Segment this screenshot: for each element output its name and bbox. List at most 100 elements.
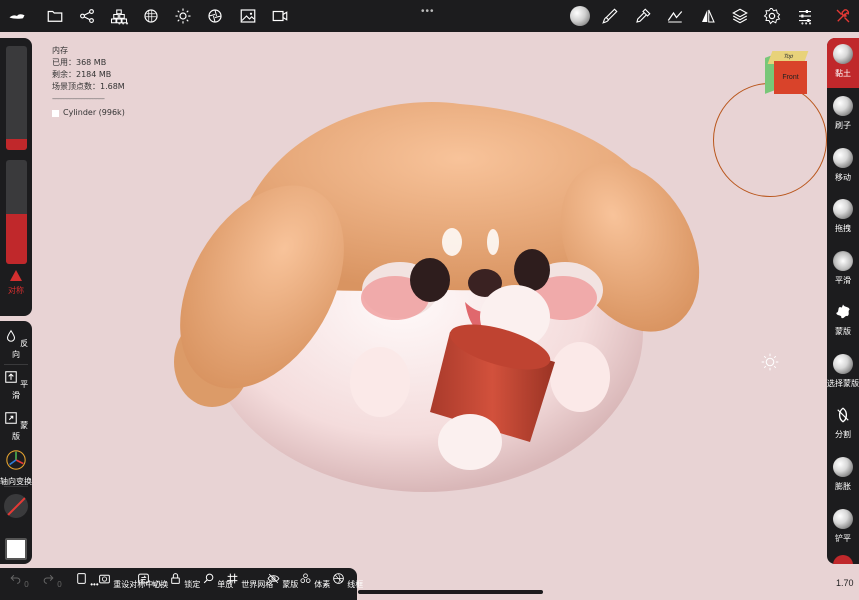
inflate-tool-icon [833, 457, 853, 477]
drop-icon [6, 329, 15, 342]
primitives-more-indicator: ••• [118, 19, 130, 28]
alpha-texture-button[interactable] [4, 494, 28, 518]
topology-icon[interactable] [139, 4, 163, 28]
tool-mask[interactable]: 蒙版 [827, 296, 859, 346]
lock-icon [171, 573, 180, 584]
top-more-dots[interactable]: ••• [421, 6, 435, 17]
folder-icon[interactable] [43, 4, 67, 28]
memory-stats: 内存 已用：368 MB 剩余：2184 MB 场景顶点数：1.68M ----… [52, 45, 125, 119]
sliders-more-indicator: ••• [801, 19, 813, 28]
axis-transform-button[interactable]: 轴向变换 [0, 449, 32, 487]
image-icon[interactable] [236, 4, 260, 28]
stats-used: 已用：368 MB [52, 58, 107, 67]
undo-button[interactable]: 0 [9, 572, 29, 589]
camera-aperture-icon[interactable] [203, 4, 227, 28]
video-icon[interactable] [268, 4, 292, 28]
light-sun-icon[interactable] [760, 352, 780, 372]
view-cube-front[interactable]: Front [774, 61, 807, 94]
tool-label: 拖拽 [835, 224, 851, 233]
eye-off-icon [267, 573, 280, 584]
left-divider [4, 486, 28, 487]
tool-label: 平滑 [835, 276, 851, 285]
gizmo-axis-icon [6, 450, 26, 470]
left-tool-panel: 反向 平滑 蒙版 轴向变换 [0, 321, 32, 564]
stats-separator: ---------------------------------- [52, 95, 105, 103]
tool-flatten[interactable]: 铲平 [827, 503, 859, 553]
radius-slider-fill [6, 138, 27, 150]
paint-brush-icon[interactable] [598, 4, 622, 28]
scene-graph-icon[interactable] [75, 4, 99, 28]
symmetry-icon[interactable] [696, 4, 720, 28]
tool-label: 选择蒙版 [827, 379, 859, 388]
radius-slider[interactable] [6, 46, 27, 150]
home-indicator[interactable] [358, 590, 543, 594]
wireframe-icon [333, 573, 344, 584]
tools-wrench-icon[interactable] [831, 4, 855, 28]
page-view-button[interactable]: ••• [75, 572, 99, 589]
select-mask-tool-icon [833, 354, 853, 374]
character-model [174, 101, 700, 492]
tool-label: 移动 [835, 173, 851, 182]
layers-icon[interactable] [728, 4, 752, 28]
tool-inflate[interactable]: 膨胀 [827, 451, 859, 501]
more-tools-partial-icon[interactable] [833, 555, 853, 564]
upload-square-icon [5, 371, 17, 383]
redo-button[interactable]: 0 [42, 572, 62, 589]
app-logo-icon[interactable] [5, 4, 29, 28]
tool-label: 刷子 [835, 121, 851, 130]
voxel-icon [300, 573, 311, 583]
mask-square-icon [5, 412, 17, 424]
material-sphere-icon[interactable] [567, 3, 593, 29]
split-leaf-icon [837, 407, 849, 423]
stats-vertices: 场景顶点数：1.68M [52, 82, 125, 91]
mask-button[interactable]: 蒙版 [0, 411, 32, 442]
tool-drag[interactable]: 拖拽 [827, 193, 859, 243]
symmetry-toggle[interactable]: 对称 [0, 270, 32, 296]
invert-button[interactable]: 反向 [0, 329, 32, 360]
tool-label: 铲平 [835, 534, 851, 543]
wireframe-label: 线框 [347, 580, 364, 589]
smooth-button[interactable]: 平滑 [0, 370, 32, 401]
tool-label: 黏土 [835, 69, 851, 78]
redo-icon [43, 574, 54, 584]
clay-tool-icon [833, 44, 853, 64]
lighting-icon[interactable] [171, 4, 195, 28]
color-picker-icon[interactable] [631, 4, 655, 28]
orbit-gizmo-ring[interactable] [713, 83, 827, 197]
color-swatch[interactable] [5, 538, 27, 560]
tool-smooth[interactable]: 平滑 [827, 245, 859, 295]
voxel-label: 体素 [314, 580, 331, 589]
stroke-icon[interactable] [663, 4, 687, 28]
tool-brush[interactable]: 刷子 [827, 90, 859, 140]
undo-icon [10, 574, 21, 584]
intensity-slider-fill [6, 214, 27, 264]
object-name: Cylinder (996k) [63, 108, 125, 117]
mask-visibility-label: 蒙版 [282, 580, 299, 589]
settings-gear-icon[interactable] [760, 4, 784, 28]
page-icon [77, 573, 86, 584]
wireframe-button[interactable]: 线框 [332, 572, 363, 590]
axis-transform-label: 轴向变换 [0, 477, 32, 486]
mask-visibility-button[interactable]: 蒙版 [267, 572, 298, 590]
bottom-toolbar: 0 0 ••• 重设对称中心 切换 锁定 单放 世界网格 蒙版 体素 线框 [0, 568, 363, 600]
right-tools-panel: 黏土 刷子 移动 拖拽 平滑 蒙版 选择蒙版 分割 膨胀 铲平 [827, 38, 859, 564]
tool-move[interactable]: 移动 [827, 142, 859, 192]
voxel-button[interactable]: 体素 [299, 572, 330, 590]
object-visibility-square [52, 109, 59, 117]
lock-button[interactable]: 锁定 [169, 572, 200, 590]
symmetry-label: 对称 [8, 286, 24, 295]
toggle-button[interactable]: 切换 [137, 572, 168, 590]
undo-count: 0 [24, 580, 29, 589]
zoom-level: 1.70 [836, 578, 854, 588]
tool-label: 膨胀 [835, 482, 851, 491]
intensity-slider[interactable] [6, 160, 27, 264]
brush-tool-icon [833, 96, 853, 116]
stats-remaining: 剩余：2184 MB [52, 70, 112, 79]
selected-object[interactable]: Cylinder (996k) [52, 107, 125, 119]
lock-label: 锁定 [184, 580, 201, 589]
flatten-tool-icon [833, 509, 853, 529]
redo-count: 0 [57, 580, 62, 589]
tool-select-mask[interactable]: 选择蒙版 [827, 348, 859, 398]
tool-split[interactable]: 分割 [827, 400, 859, 450]
tool-clay[interactable]: 黏土 [827, 38, 859, 88]
